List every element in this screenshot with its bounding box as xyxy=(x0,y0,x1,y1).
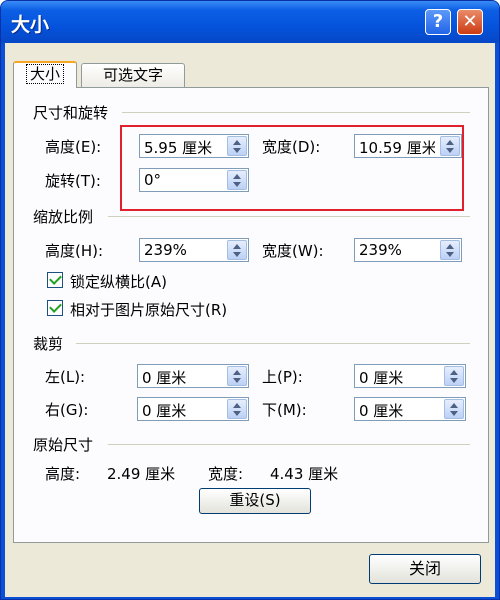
spin-up-icon xyxy=(446,140,454,145)
crop-bottom-field[interactable]: 0 厘米 xyxy=(354,397,466,421)
spin-down-icon xyxy=(233,411,241,416)
section-divider xyxy=(76,343,470,344)
original-height-value: 2.49 厘米 xyxy=(107,465,176,483)
crop-left-spinner[interactable] xyxy=(227,366,247,386)
spin-down-icon xyxy=(233,182,241,187)
scale-width-value: 239% xyxy=(359,241,402,259)
crop-top-spinner[interactable] xyxy=(444,366,464,386)
title-bar[interactable]: 大小 ? ✕ xyxy=(1,1,499,43)
relative-original-checkbox[interactable] xyxy=(47,300,63,316)
tab-size-label: 大小 xyxy=(25,64,64,84)
tab-alt-text-label: 可选文字 xyxy=(102,66,163,84)
width-field[interactable]: 10.59 厘米 xyxy=(354,134,462,158)
spin-down-icon xyxy=(233,252,241,257)
spin-up-icon xyxy=(450,403,458,408)
help-button[interactable]: ? xyxy=(425,9,451,35)
lock-aspect-label: 锁定纵横比(A) xyxy=(70,273,167,291)
dialog-body: 大小 可选文字 尺寸和旋转 高度(E): 5.95 厘米 宽度(D): 10.5… xyxy=(5,43,495,597)
section-divider xyxy=(108,444,470,445)
scale-height-value: 239% xyxy=(144,241,187,259)
width-label: 宽度(D): xyxy=(262,138,321,156)
rotation-value: 0° xyxy=(144,171,162,189)
crop-left-field[interactable]: 0 厘米 xyxy=(137,364,249,388)
spin-up-icon xyxy=(450,370,458,375)
spin-down-icon xyxy=(446,252,454,257)
crop-top-field[interactable]: 0 厘米 xyxy=(354,364,466,388)
crop-left-value: 0 厘米 xyxy=(142,369,187,387)
height-spinner[interactable] xyxy=(227,136,247,156)
spin-down-icon xyxy=(233,378,241,383)
section-divider xyxy=(108,216,470,217)
width-spinner[interactable] xyxy=(440,136,460,156)
spin-up-icon xyxy=(233,140,241,145)
rotation-label: 旋转(T): xyxy=(45,172,101,190)
spin-up-icon xyxy=(233,403,241,408)
crop-bottom-spinner[interactable] xyxy=(444,399,464,419)
height-label: 高度(E): xyxy=(45,138,102,156)
relative-original-label: 相对于图片原始尺寸(R) xyxy=(70,301,228,319)
crop-bottom-label: 下(M): xyxy=(262,401,307,419)
tab-panel: 尺寸和旋转 高度(E): 5.95 厘米 宽度(D): 10.59 厘米 旋转(… xyxy=(13,87,489,543)
crop-top-label: 上(P): xyxy=(262,368,303,386)
rotation-spinner[interactable] xyxy=(227,170,247,190)
section-divider xyxy=(122,112,470,113)
spin-up-icon xyxy=(233,244,241,249)
spin-down-icon xyxy=(233,148,241,153)
tab-size[interactable]: 大小 xyxy=(13,61,77,88)
tab-alt-text[interactable]: 可选文字 xyxy=(81,63,185,88)
scale-width-label: 宽度(W): xyxy=(262,242,324,260)
crop-right-field[interactable]: 0 厘米 xyxy=(137,397,249,421)
spin-up-icon xyxy=(233,174,241,179)
original-height-label: 高度: xyxy=(45,465,81,483)
rotation-field[interactable]: 0° xyxy=(139,168,249,192)
height-field[interactable]: 5.95 厘米 xyxy=(139,134,249,158)
window-title: 大小 xyxy=(11,14,50,36)
close-button[interactable]: 关闭 xyxy=(369,554,481,584)
spin-down-icon xyxy=(446,148,454,153)
crop-left-label: 左(L): xyxy=(45,368,86,386)
width-value: 10.59 厘米 xyxy=(359,139,435,157)
spin-down-icon xyxy=(450,411,458,416)
scale-height-field[interactable]: 239% xyxy=(139,238,249,262)
scale-width-field[interactable]: 239% xyxy=(354,238,462,262)
scale-height-spinner[interactable] xyxy=(227,240,247,260)
crop-bottom-value: 0 厘米 xyxy=(359,402,404,420)
spin-up-icon xyxy=(446,244,454,249)
spin-down-icon xyxy=(450,378,458,383)
original-width-label: 宽度: xyxy=(208,465,244,483)
crop-right-value: 0 厘米 xyxy=(142,402,187,420)
original-width-value: 4.43 厘米 xyxy=(270,465,339,483)
spin-up-icon xyxy=(233,370,241,375)
scale-width-spinner[interactable] xyxy=(440,240,460,260)
size-dialog-window: 大小 ? ✕ 大小 可选文字 尺寸和旋转 高度(E): 5.95 厘米 宽度(D… xyxy=(0,0,500,600)
crop-top-value: 0 厘米 xyxy=(359,369,404,387)
close-window-button[interactable]: ✕ xyxy=(457,9,483,35)
reset-button[interactable]: 重设(S) xyxy=(199,488,311,514)
section-title-crop: 裁剪 xyxy=(33,335,64,353)
crop-right-label: 右(G): xyxy=(45,401,89,419)
height-value: 5.95 厘米 xyxy=(144,139,213,157)
lock-aspect-checkbox[interactable] xyxy=(47,272,63,288)
section-title-original: 原始尺寸 xyxy=(33,436,94,454)
scale-height-label: 高度(H): xyxy=(45,242,104,260)
section-title-size-rotate: 尺寸和旋转 xyxy=(33,104,109,122)
crop-right-spinner[interactable] xyxy=(227,399,247,419)
section-title-scale: 缩放比例 xyxy=(33,208,94,226)
